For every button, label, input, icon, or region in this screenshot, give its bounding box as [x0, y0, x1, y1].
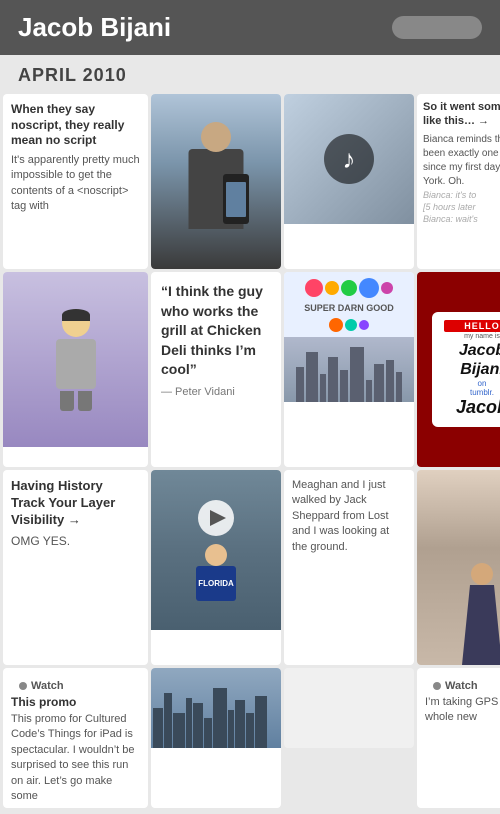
watch2-body: I’m taking GPS to a whole new: [425, 695, 500, 726]
noscript-card: When they say noscript, they really mean…: [3, 94, 148, 269]
avatar-card: [3, 272, 148, 467]
layer-card: Having History Track Your Layer Visibili…: [3, 470, 148, 665]
photo-man-card: [151, 94, 281, 269]
header: Jacob Bijani: [0, 0, 500, 55]
chat-line1: Bianca: it's to: [423, 189, 500, 201]
content-grid: When they say noscript, they really mean…: [0, 94, 500, 814]
play-button[interactable]: [198, 500, 234, 536]
so-it-went-card[interactable]: So it went something like this… → Bianca…: [417, 94, 500, 269]
quote-attribution: — Peter Vidani: [161, 386, 271, 398]
badge-name1: Jacob Bijani: [444, 341, 500, 379]
chat-line2: [5 hours later: [423, 201, 500, 213]
watch1-section: Watch This promo This promo for Cultured…: [3, 668, 148, 808]
kid-image: FLORIDA: [151, 470, 281, 630]
avatar-body: [56, 339, 96, 389]
woman-card: [417, 470, 500, 665]
avatar-figure: [56, 309, 96, 411]
badge-hello: HELLO: [444, 320, 500, 332]
woman-image: [417, 470, 500, 665]
avatar-legs: [60, 391, 92, 411]
city-image: [284, 337, 414, 402]
video-card[interactable]: FLORIDA: [151, 470, 281, 665]
name-badge: HELLO my name is Jacob Bijani on tumblr.…: [432, 312, 500, 427]
badge-name2: Jacob: [444, 397, 500, 419]
watch2-card: Watch I’m taking GPS to a whole new: [417, 668, 500, 808]
badge-my-name: my name is: [444, 333, 500, 340]
avatar-image: [3, 272, 148, 447]
noscript-title: When they say noscript, they really mean…: [11, 102, 140, 149]
avatar-head: [62, 309, 90, 337]
city-photo: [151, 668, 281, 748]
empty-card1: [284, 668, 414, 748]
watch2-section: Watch I’m taking GPS to a whole new: [417, 668, 500, 730]
city-buildings: [296, 347, 402, 402]
quote-card: “I think the guy who works the grill at …: [151, 272, 281, 467]
badge-tumblr-text: tumblr.: [444, 388, 500, 397]
photo-man-image: [151, 94, 281, 269]
watch1-label: Watch: [11, 674, 140, 695]
quote-text: “I think the guy who works the grill at …: [161, 282, 271, 380]
badge-card: HELLO my name is Jacob Bijani on tumblr.…: [417, 272, 500, 467]
music-image: ♪: [284, 94, 414, 224]
layer-title: Having History Track Your Layer Visibili…: [11, 478, 140, 529]
city-card: [151, 668, 281, 808]
meaghan-card: Meaghan and I just walked by Jack Sheppa…: [284, 470, 414, 665]
watch-dot-icon: [19, 682, 27, 690]
search-input[interactable]: [392, 16, 482, 39]
site-title: Jacob Bijani: [18, 12, 171, 43]
badge-tumblr: on: [444, 379, 500, 388]
noscript-body: It's apparently pretty much impossible t…: [11, 153, 140, 215]
so-it-went-title: So it went something like this… →: [423, 100, 500, 129]
badge-image: HELLO my name is Jacob Bijani on tumblr.…: [417, 272, 500, 467]
watch2-label: Watch: [425, 674, 500, 695]
so-it-went-body: Bianca reminds that it has been exactly …: [423, 133, 500, 189]
play-icon: [210, 510, 226, 526]
page-container: Jacob Bijani APRIL 2010 When they say no…: [0, 0, 500, 814]
woman-dress: [462, 585, 500, 665]
meaghan-body: Meaghan and I just walked by Jack Sheppa…: [292, 478, 406, 555]
layer-body: OMG YES.: [11, 533, 140, 550]
watch1-body: This promo for Cultured Code’s Things fo…: [11, 712, 140, 804]
woman-head: [471, 563, 493, 585]
music-note-icon: ♪: [324, 134, 374, 184]
section-heading: APRIL 2010: [0, 55, 500, 94]
music-card: ♪: [284, 94, 414, 269]
watch1-title: This promo: [11, 695, 140, 709]
city-skyline: [151, 688, 281, 748]
watch2-dot-icon: [433, 682, 441, 690]
stickers-image: SUPER DARN GOOD: [284, 272, 414, 337]
watch1-card: Watch This promo This promo for Cultured…: [3, 668, 148, 808]
stickers-card: SUPER DARN GOOD: [284, 272, 414, 467]
chat-line3: Bianca: wait's: [423, 213, 500, 225]
woman-figure: [452, 563, 500, 665]
